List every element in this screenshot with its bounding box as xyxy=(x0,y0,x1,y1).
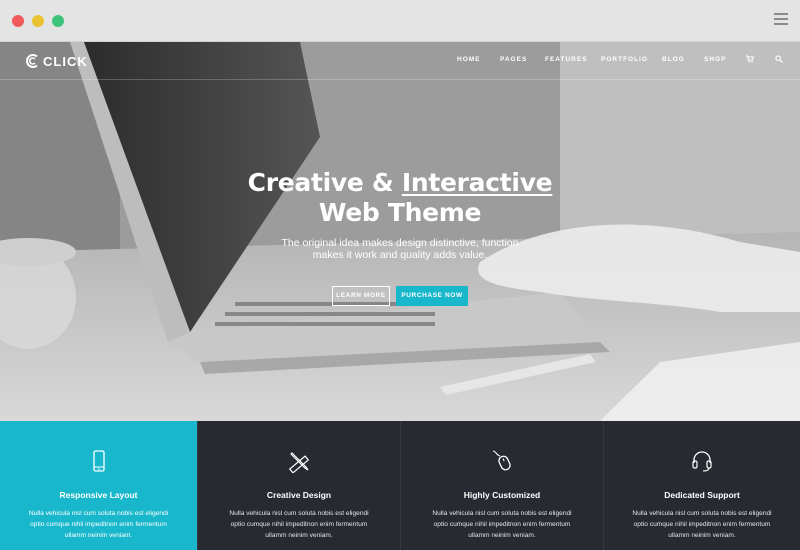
feature-text-line: ullamm neinim veniam. xyxy=(64,532,133,539)
nav-home[interactable]: HOME xyxy=(457,56,481,63)
feature-creative-design[interactable]: Creative Design Nulla vehicula nisl cum … xyxy=(197,421,400,550)
site-logo[interactable]: CLICK xyxy=(24,53,88,69)
hamburger-icon[interactable] xyxy=(774,13,788,27)
cart-icon[interactable] xyxy=(746,55,754,63)
nav-portfolio[interactable]: PORTFOLIO xyxy=(601,56,648,63)
feature-title: Creative Design xyxy=(266,490,332,500)
learn-more-button[interactable]: LEARN MORE xyxy=(332,286,390,306)
search-icon[interactable] xyxy=(775,55,783,63)
window-close-button[interactable] xyxy=(12,15,24,27)
hero-tagline-line1: The original idea makes design distincti… xyxy=(281,237,519,249)
feature-highly-customized[interactable]: Highly Customized Nulla vehicula nisl cu… xyxy=(400,421,603,550)
mobile-phone-icon xyxy=(92,450,105,472)
window-maximize-button[interactable] xyxy=(52,15,64,27)
site-navbar: CLICK HOME PAGES FEATURES PORTFOLIO BLOG… xyxy=(0,42,800,80)
hero-section: CLICK HOME PAGES FEATURES PORTFOLIO BLOG… xyxy=(0,42,800,421)
feature-text-line: ullamm neinim veniam. xyxy=(468,532,536,539)
nav-features[interactable]: FEATURES xyxy=(545,56,588,63)
purchase-now-button[interactable]: PURCHASE NOW xyxy=(396,286,468,306)
nav-pages[interactable]: PAGES xyxy=(500,56,527,63)
feature-dedicated-support[interactable]: Dedicated Support Nulla vehicula nisl cu… xyxy=(603,421,800,550)
headset-icon xyxy=(692,451,712,472)
feature-description: Nulla vehicula nisl cum soluta nobis est… xyxy=(401,508,603,541)
headline-prefix: Creative & xyxy=(247,168,402,197)
feature-description: Nulla vehicula nisl cum soluta nobis est… xyxy=(198,508,400,541)
feature-text-line: Nulla vehicula nisl cum soluta nobis est… xyxy=(28,510,169,517)
feature-text-line: Nulla vehicula nisl cum soluta nobis est… xyxy=(432,510,572,517)
hero-background-image xyxy=(0,42,800,421)
c-logo-icon xyxy=(26,54,38,68)
feature-title: Dedicated Support xyxy=(664,490,740,500)
mouse-icon xyxy=(492,450,511,471)
hero-headline-line1: Creative & Interactive xyxy=(0,168,800,197)
feature-text-line: ullamm neinim veniam. xyxy=(265,532,333,539)
feature-text-line: optio cumque nihil impeditnon enim ferme… xyxy=(230,521,368,528)
hero-headline-line2: Web Theme xyxy=(318,198,482,227)
window-minimize-button[interactable] xyxy=(32,15,44,27)
feature-description: Nulla vehicula nisl cum soluta nobis est… xyxy=(0,508,197,541)
feature-text-line: ullamm neinim veniam. xyxy=(668,532,736,539)
feature-responsive-layout[interactable]: Responsive Layout Nulla vehicula nisl cu… xyxy=(0,421,197,550)
nav-blog[interactable]: BLOG xyxy=(662,56,685,63)
nav-shop[interactable]: SHOP xyxy=(704,56,726,63)
feature-title: Responsive Layout xyxy=(59,490,138,500)
browser-titlebar xyxy=(0,0,800,42)
pencil-ruler-icon xyxy=(288,452,310,473)
feature-text-line: optio cumque nihil impeditnon enim ferme… xyxy=(633,521,771,528)
feature-text-line: Nulla vehicula nisl cum soluta nobis est… xyxy=(229,510,369,517)
hero-tagline-line2: makes it work and quality adds value. xyxy=(312,249,488,261)
headline-highlight: Interactive xyxy=(401,168,553,197)
feature-title: Highly Customized xyxy=(463,490,541,500)
feature-description: Nulla vehicula nisl cum soluta nobis est… xyxy=(604,508,800,541)
feature-text-line: optio cumque nihil impeditnon enim ferme… xyxy=(433,521,571,528)
logo-text: CLICK xyxy=(43,53,88,69)
feature-text-line: optio cumque nihil impeditnon enim ferme… xyxy=(30,521,167,528)
features-strip: Responsive Layout Nulla vehicula nisl cu… xyxy=(0,421,800,550)
feature-text-line: Nulla vehicula nisl cum soluta nobis est… xyxy=(632,510,772,517)
